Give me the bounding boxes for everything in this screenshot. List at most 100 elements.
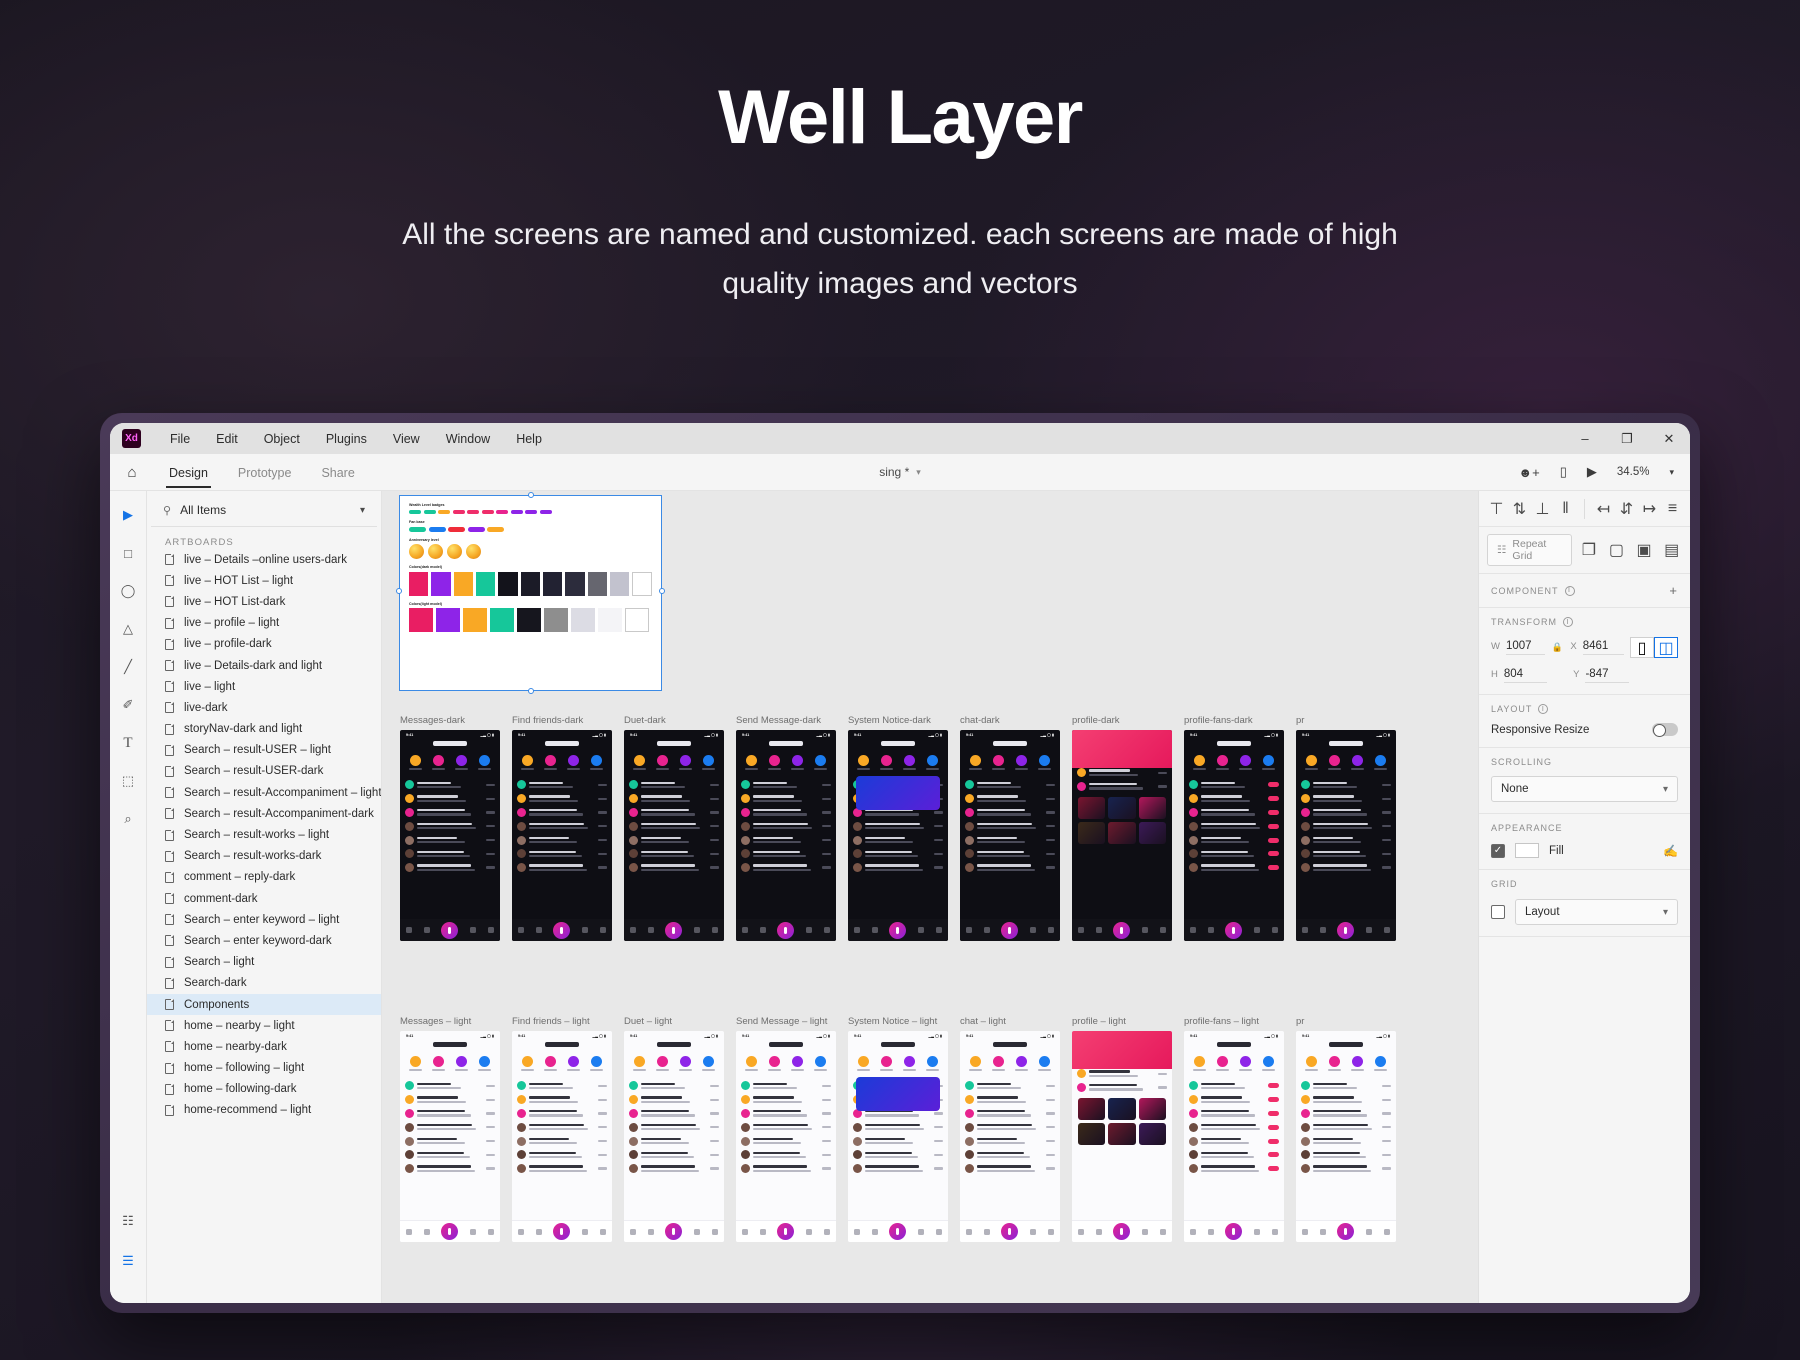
list-row[interactable]	[512, 1093, 612, 1107]
fill-checkbox[interactable]: ✓	[1491, 843, 1505, 858]
home-tab-icon[interactable]	[1077, 1228, 1084, 1235]
quick-action-strip[interactable]	[960, 1050, 1060, 1076]
home-tab-icon[interactable]	[517, 927, 524, 933]
list-row[interactable]	[1072, 1081, 1172, 1095]
list-row[interactable]	[512, 806, 612, 820]
distribute-horizontal-icon[interactable]: ‖	[1554, 497, 1577, 520]
record-button[interactable]	[1225, 921, 1243, 939]
round-corner-icon[interactable]: ◫	[1654, 637, 1678, 658]
list-row[interactable]	[624, 1120, 724, 1134]
minimize-icon[interactable]: –	[1564, 423, 1606, 454]
list-row[interactable]	[624, 1079, 724, 1093]
home-tab-icon[interactable]	[853, 1228, 860, 1235]
quick-action-icon[interactable]	[792, 1056, 803, 1067]
media-thumbnail[interactable]	[1078, 1123, 1106, 1146]
home-tab-icon[interactable]	[629, 1228, 636, 1235]
width-field[interactable]: W 1007	[1491, 640, 1545, 655]
quick-action-icon[interactable]	[522, 1056, 533, 1067]
artboard-preview[interactable]: 9:41▁▂ ◯ ▮	[736, 730, 836, 941]
messages-tab-icon[interactable]	[1142, 927, 1149, 933]
align-horizontal-center-icon[interactable]: ⇵	[1615, 497, 1638, 520]
list-row[interactable]	[624, 833, 724, 847]
content-list[interactable]	[1296, 775, 1396, 874]
list-row[interactable]	[1184, 778, 1284, 792]
list-row[interactable]	[1184, 819, 1284, 833]
quick-action-icon[interactable]	[703, 755, 714, 766]
artboard-preview[interactable]: 9:41▁▂ ◯ ▮	[400, 1031, 500, 1242]
profile-tab-icon[interactable]	[1160, 1228, 1167, 1235]
artboard-name-label[interactable]: Find friends-dark	[512, 715, 624, 726]
quick-action-icon[interactable]	[993, 755, 1004, 766]
list-row[interactable]	[736, 1079, 836, 1093]
profile-tab-icon[interactable]	[1160, 927, 1167, 933]
content-list[interactable]	[400, 775, 500, 874]
zoom-tool[interactable]: ⌕	[116, 807, 140, 831]
messages-tab-icon[interactable]	[1254, 1228, 1261, 1235]
layer-item[interactable]: home – nearby – light	[147, 1015, 381, 1036]
artboard-tool[interactable]: ⬚	[116, 769, 140, 793]
list-row[interactable]	[848, 1162, 948, 1176]
content-list[interactable]	[624, 775, 724, 874]
list-row[interactable]	[848, 1120, 948, 1134]
live-tab-icon[interactable]	[423, 1228, 430, 1235]
selected-artboard-components[interactable]: Wealth Level badges Fan base Anniversary…	[396, 492, 665, 694]
quick-action-icon[interactable]	[568, 1056, 579, 1067]
tab-design[interactable]: Design	[154, 457, 223, 488]
profile-tab-icon[interactable]	[712, 927, 719, 933]
list-row[interactable]	[960, 1148, 1060, 1162]
close-icon[interactable]: ✕	[1648, 423, 1690, 454]
quick-action-icon[interactable]	[927, 1056, 938, 1067]
list-row[interactable]	[960, 847, 1060, 861]
list-row[interactable]	[400, 847, 500, 861]
list-row[interactable]	[960, 792, 1060, 806]
list-row[interactable]	[736, 778, 836, 792]
info-icon[interactable]: i	[1538, 704, 1549, 714]
artboard-name-label[interactable]: chat – light	[960, 1016, 1072, 1027]
list-row[interactable]	[1184, 1079, 1284, 1093]
layer-item[interactable]: Search – enter keyword-dark	[147, 930, 381, 951]
live-tab-icon[interactable]	[1319, 1228, 1326, 1235]
list-row[interactable]	[736, 1162, 836, 1176]
list-row[interactable]	[960, 833, 1060, 847]
plus-icon[interactable]: +	[1669, 583, 1678, 598]
quick-action-icon[interactable]	[815, 755, 826, 766]
repeat-grid-button[interactable]: ☷ Repeat Grid	[1487, 534, 1572, 566]
menu-item-file[interactable]: File	[157, 428, 203, 450]
messages-tab-icon[interactable]	[694, 927, 701, 933]
tab-share[interactable]: Share	[306, 457, 369, 488]
record-button[interactable]	[441, 1223, 459, 1240]
square-corner-icon[interactable]: ▯	[1630, 637, 1654, 658]
list-row[interactable]	[960, 1093, 1060, 1107]
record-button[interactable]	[1001, 1223, 1019, 1240]
messages-tab-icon[interactable]	[582, 927, 589, 933]
info-icon[interactable]: i	[1564, 585, 1575, 596]
list-row[interactable]	[400, 819, 500, 833]
list-row[interactable]	[1184, 792, 1284, 806]
list-row[interactable]	[1184, 1120, 1284, 1134]
quick-action-icon[interactable]	[1263, 1056, 1274, 1067]
bottom-tab-bar[interactable]	[1072, 919, 1172, 941]
quick-action-icon[interactable]	[904, 755, 915, 766]
layer-item[interactable]: Search – result-works – light	[147, 824, 381, 845]
record-button[interactable]	[441, 921, 459, 939]
quick-action-icon[interactable]	[1194, 755, 1205, 766]
messages-tab-icon[interactable]	[1142, 1228, 1149, 1235]
text-tool[interactable]: T	[116, 731, 140, 755]
profile-tab-icon[interactable]	[936, 927, 943, 933]
quick-action-strip[interactable]	[624, 1050, 724, 1076]
profile-tab-icon[interactable]	[600, 1228, 607, 1235]
artboard-name-label[interactable]: profile-dark	[1072, 715, 1184, 726]
artboard-preview[interactable]: 9:41▁▂ ◯ ▮	[1072, 1031, 1172, 1242]
list-row[interactable]	[960, 1134, 1060, 1148]
artboard-preview[interactable]: 9:41▁▂ ◯ ▮	[1184, 730, 1284, 941]
list-row[interactable]	[960, 819, 1060, 833]
media-thumbnail[interactable]	[1108, 822, 1136, 845]
artboard-preview[interactable]: 9:41▁▂ ◯ ▮	[1296, 1031, 1396, 1242]
boolean-exclude-icon[interactable]: ▤	[1661, 539, 1682, 562]
list-row[interactable]	[848, 833, 948, 847]
list-row[interactable]	[624, 1107, 724, 1121]
artboard-name-label[interactable]: Send Message-dark	[736, 715, 848, 726]
artboard-preview[interactable]: 9:41▁▂ ◯ ▮	[1184, 1031, 1284, 1242]
layer-item[interactable]: home – nearby-dark	[147, 1036, 381, 1057]
follow-chip[interactable]	[1268, 1138, 1279, 1144]
